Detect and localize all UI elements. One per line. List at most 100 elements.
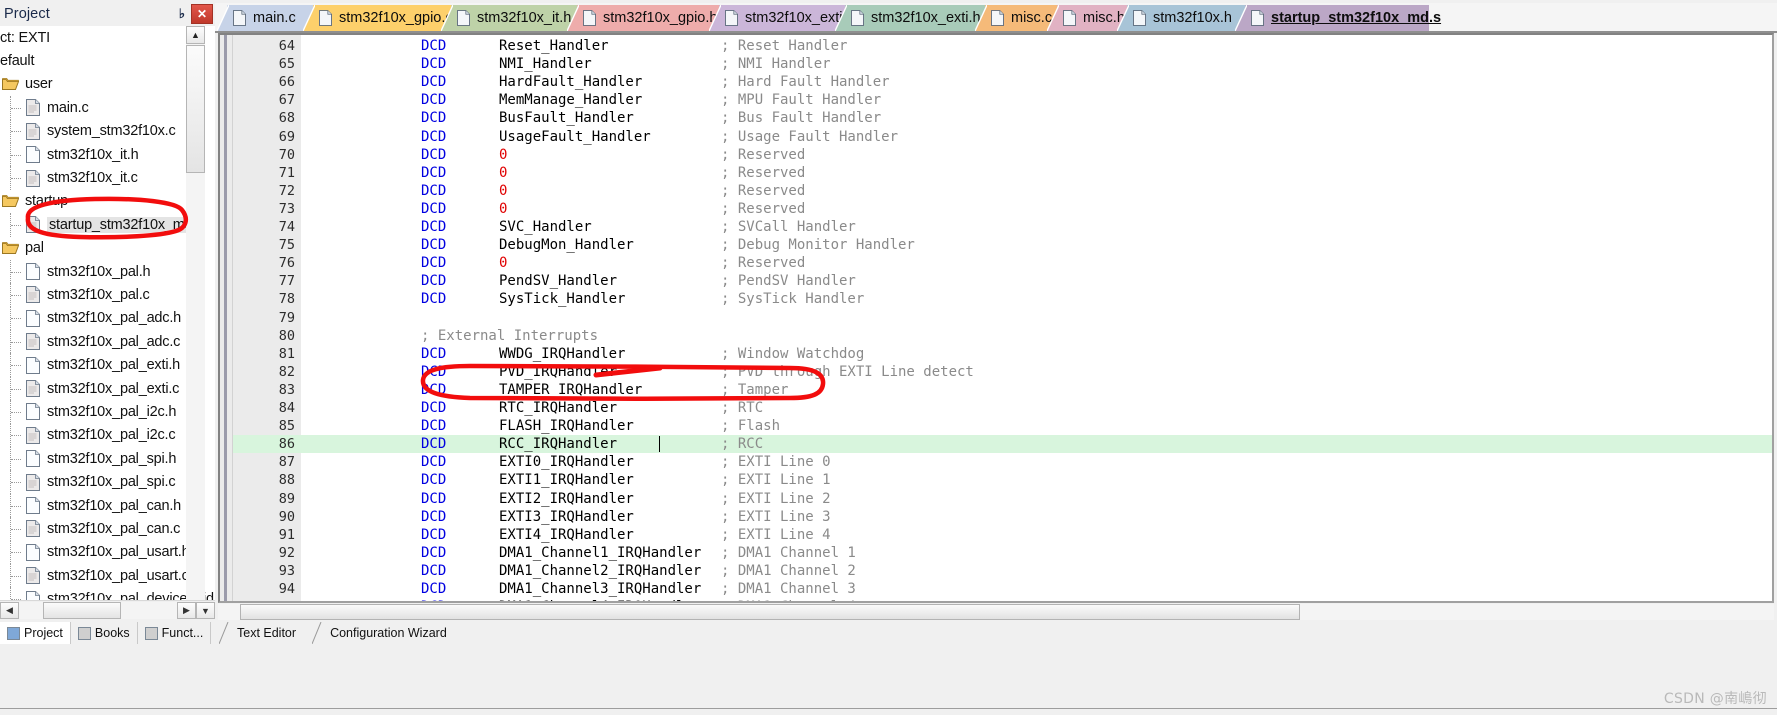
panel-tab-icon xyxy=(77,626,91,640)
editor-bottom-tab[interactable]: Configuration Wizard xyxy=(311,622,457,645)
tree-folder-item[interactable]: startup xyxy=(0,190,215,213)
pin-icon[interactable]: ♭ xyxy=(173,5,191,23)
code-mnemonic: DCD xyxy=(421,128,447,145)
editor-tab[interactable]: stm32f10x_gpio.h xyxy=(566,4,729,32)
code-line[interactable]: DCD EXTI4_IRQHandler ; EXTI Line 4 xyxy=(301,526,1772,544)
code-editor[interactable]: 64 65 66 67 68 69 70 71 72 73 74 75 76 77 78 79 80 81 82 83… xyxy=(218,33,1774,603)
code-line[interactable]: DCD PVD_IRQHandler ; PVD through EXTI Line… xyxy=(301,363,1772,381)
code-line[interactable]: DCD DMA1_Channel2_IRQHandler ; DMA1 Channe… xyxy=(301,562,1772,580)
code-line[interactable]: DCD RCC_IRQHandler ; RCC xyxy=(301,435,1772,453)
tree-file-item[interactable]: efault xyxy=(0,49,215,72)
code-line[interactable]: DCD NMI_Handler ; NMI Handler xyxy=(301,55,1772,73)
tree-item-label: ct: EXTI xyxy=(0,29,50,46)
hscroll-track[interactable] xyxy=(19,602,177,619)
code-line[interactable]: DCD EXTI3_IRQHandler ; EXTI Line 3 xyxy=(301,508,1772,526)
code-operand: 0 xyxy=(499,200,508,217)
code-operand: FLASH_IRQHandler xyxy=(499,418,634,435)
close-icon[interactable]: ✕ xyxy=(191,4,213,24)
code-line[interactable]: DCD DebugMon_Handler ; Debug Monitor Handl… xyxy=(301,236,1772,254)
code-line[interactable]: DCD PendSV_Handler ; PendSV Handler xyxy=(301,272,1772,290)
code-line[interactable]: DCD 0 ; Reserved xyxy=(301,200,1772,218)
tree-file-item[interactable]: stm32f10x_pal_adc.c xyxy=(0,330,215,354)
code-text-area[interactable]: DCD Reset_Handler ; Reset Handler DCD NMI_Ha… xyxy=(301,35,1772,601)
code-line[interactable]: DCD SysTick_Handler ; SysTick Handler xyxy=(301,290,1772,308)
editor-hscroll-thumb[interactable] xyxy=(240,604,1300,620)
scroll-up-icon[interactable]: ▲ xyxy=(186,26,205,44)
code-mnemonic: DCD xyxy=(421,526,447,543)
code-line[interactable]: DCD 0 ; Reserved xyxy=(301,164,1772,182)
tree-file-item[interactable]: stm32f10x_pal_usart.h xyxy=(0,540,215,564)
tree-guide-stub xyxy=(11,458,21,461)
editor-tab[interactable]: stm32f10x_gpio.c xyxy=(302,4,461,32)
editor-bottom-tab[interactable]: Text Editor xyxy=(218,622,307,645)
tree-file-item[interactable]: stm32f10x_pal_spi.c xyxy=(0,470,215,494)
editor-hscrollbar[interactable] xyxy=(218,603,1774,621)
code-line[interactable]: DCD DMA1_Channel3_IRQHandler ; DMA1 Channe… xyxy=(301,580,1772,598)
code-operand: MemManage_Handler xyxy=(499,92,643,109)
code-line[interactable]: DCD RTC_IRQHandler ; RTC xyxy=(301,399,1772,417)
code-line[interactable]: DCD 0 ; Reserved xyxy=(301,182,1772,200)
tab-file-icon xyxy=(457,10,477,26)
tree-file-item[interactable]: stm32f10x_pal.c xyxy=(0,283,215,307)
project-bottom-tabs[interactable]: ProjectBooksFunct...0,_ Templ... xyxy=(0,622,215,648)
code-line[interactable]: DCD EXTI2_IRQHandler ; EXTI Line 2 xyxy=(301,490,1772,508)
code-line[interactable]: DCD EXTI0_IRQHandler ; EXTI Line 0 xyxy=(301,453,1772,471)
scroll-right-icon[interactable]: ▶ xyxy=(177,602,196,619)
code-line[interactable]: DCD DMA1_Channel1_IRQHandler ; DMA1 Channe… xyxy=(301,544,1772,562)
code-line[interactable]: DCD TAMPER_IRQHandler ; Tamper xyxy=(301,381,1772,399)
tree-file-item[interactable]: stm32f10x_it.h xyxy=(0,142,215,167)
editor-tabstrip[interactable]: main.c stm32f10x_gpio.c stm32f10x_it.h stm3… xyxy=(215,3,1777,33)
tree-file-item[interactable]: stm32f10x_pal_i2c.h xyxy=(0,400,215,424)
code-line[interactable]: DCD MemManage_Handler ; MPU Fault Handler xyxy=(301,91,1772,109)
tree-file-item[interactable]: ct: EXTI xyxy=(0,26,215,49)
tree-file-item[interactable]: stm32f10x_it.c xyxy=(0,166,215,190)
code-line[interactable]: DCD 0 ; Reserved xyxy=(301,254,1772,272)
code-line[interactable]: DCD EXTI1_IRQHandler ; EXTI Line 1 xyxy=(301,471,1772,489)
project-bottom-tab[interactable]: Project xyxy=(0,622,71,644)
code-mnemonic: DCD xyxy=(421,200,447,217)
tree-file-item[interactable]: stm32f10x_pal_exti.h xyxy=(0,353,215,377)
project-tree[interactable]: ct: EXTI efault user main.c system_stm32f10x… xyxy=(0,26,215,600)
project-tab-icon xyxy=(7,626,20,640)
code-mnemonic: DCD xyxy=(421,255,447,272)
project-tree-hscrollbar[interactable]: ◀ ▶ ▼ xyxy=(0,600,215,620)
tree-file-item[interactable]: stm32f10x_pal_spi.h xyxy=(0,447,215,471)
code-comment: ; SysTick Handler xyxy=(721,291,865,308)
scroll-left-icon[interactable]: ◀ xyxy=(0,602,19,619)
code-line[interactable]: DCD UsageFault_Handler ; Usage Fault Handl… xyxy=(301,128,1772,146)
tree-folder-item[interactable]: user xyxy=(0,73,215,96)
project-bottom-tab[interactable]: Funct... xyxy=(137,622,212,644)
editor-tab[interactable]: stm32f10x_exti.h xyxy=(834,4,995,32)
tree-file-item[interactable]: stm32f10x_pal_can.h xyxy=(0,493,215,518)
editor-hscroll-track[interactable] xyxy=(218,604,1774,620)
code-operand: EXTI1_IRQHandler xyxy=(499,472,634,489)
tree-file-item[interactable]: main.c xyxy=(0,96,215,120)
code-line[interactable]: DCD SVC_Handler ; SVCall Handler xyxy=(301,218,1772,236)
tree-file-item[interactable]: stm32f10x_pal_device_uid xyxy=(0,587,215,600)
code-line[interactable]: DCD 0 ; Reserved xyxy=(301,146,1772,164)
tree-file-item[interactable]: stm32f10x_pal_usart.c xyxy=(0,563,215,588)
tree-file-item[interactable]: stm32f10x_pal_i2c.c xyxy=(0,423,215,448)
tree-file-item[interactable]: startup_stm32f10x_md.s xyxy=(0,213,215,237)
editor-tab[interactable]: startup_stm32f10x_md.s xyxy=(1234,4,1441,32)
project-tree-vscrollbar[interactable]: ▲ xyxy=(186,26,205,600)
tree-file-item[interactable]: stm32f10x_pal.h xyxy=(0,259,215,284)
code-line[interactable]: DCD Reset_Handler ; Reset Handler xyxy=(301,37,1772,55)
tree-file-item[interactable]: stm32f10x_pal_adc.h xyxy=(0,306,215,331)
editor-bottom-tabs[interactable]: Text Editor Configuration Wizard xyxy=(217,622,1777,648)
project-bottom-tab[interactable]: Books xyxy=(70,622,138,644)
file-icon xyxy=(26,403,40,421)
code-line[interactable]: DCD HardFault_Handler ; Hard Fault Handler xyxy=(301,73,1772,91)
tree-folder-item[interactable]: pal xyxy=(0,237,215,260)
tree-file-item[interactable]: stm32f10x_pal_can.c xyxy=(0,517,215,541)
scroll-down-icon[interactable]: ▼ xyxy=(196,602,215,619)
tree-file-item[interactable]: system_stm32f10x.c xyxy=(0,119,215,143)
code-line[interactable]: ; External Interrupts xyxy=(301,327,1772,345)
code-line[interactable]: DCD BusFault_Handler ; Bus Fault Handler xyxy=(301,109,1772,127)
tree-file-item[interactable]: stm32f10x_pal_exti.c xyxy=(0,376,215,401)
hscroll-thumb[interactable] xyxy=(43,602,121,619)
code-line[interactable] xyxy=(301,309,1772,327)
vscroll-thumb[interactable] xyxy=(186,45,205,173)
code-line[interactable]: DCD FLASH_IRQHandler ; Flash xyxy=(301,417,1772,435)
code-line[interactable]: DCD WWDG_IRQHandler ; Window Watchdog xyxy=(301,345,1772,363)
